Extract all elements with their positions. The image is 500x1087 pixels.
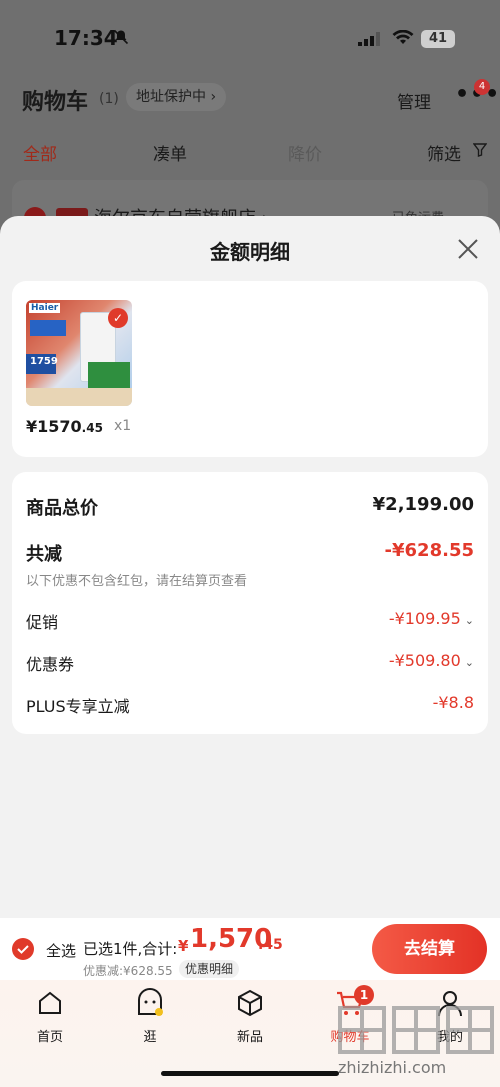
manage-button[interactable]: 管理 [397, 88, 431, 113]
nav-browse[interactable]: 逛 [115, 986, 185, 1048]
total-currency: ¥ [178, 937, 189, 955]
promo-row[interactable]: 促销 -¥109.95 ⌄ [26, 609, 474, 632]
plus-row: PLUS专享立减 -¥8.8 [26, 693, 474, 716]
nav-home[interactable]: 首页 [15, 986, 85, 1048]
cart-tabs: 全部 凑单 降价 筛选 [0, 140, 500, 165]
browse-face-icon [138, 988, 163, 1016]
coupon-value: -¥509.80 ⌄ [388, 651, 474, 670]
plus-label: PLUS专享立减 [26, 697, 130, 716]
wifi-icon [392, 30, 414, 44]
status-bar: 17:34 41 [0, 22, 500, 58]
tab-price-drop[interactable]: 降价 [288, 140, 322, 165]
discount-detail-button[interactable]: 优惠明细 [179, 960, 240, 978]
plus-value: -¥8.8 [432, 693, 474, 712]
thumb-price: 1759 [30, 356, 58, 367]
status-time: 17:34 [54, 26, 118, 50]
total-row: 商品总价 ¥2,199.00 [26, 494, 474, 519]
cart-header: 购物车 (1) 地址保护中 › 管理 ••• 4 [0, 79, 500, 120]
chevron-down-icon: ⌄ [464, 614, 474, 627]
check-icon: ✓ [108, 308, 128, 328]
watermark-text: zhizhizhi.com [338, 1058, 447, 1077]
select-all-label[interactable]: 全选 [46, 940, 76, 961]
home-indicator[interactable] [161, 1071, 339, 1076]
signal-icon [358, 32, 380, 46]
coupon-label: 优惠券 [26, 655, 75, 674]
address-protection-chip[interactable]: 地址保护中 › [126, 83, 227, 111]
checkout-button[interactable]: 去结算 [372, 924, 487, 974]
sheet-title: 金额明细 [210, 240, 290, 264]
tab-all[interactable]: 全部 [23, 140, 57, 165]
nav-new[interactable]: 新品 [215, 986, 285, 1048]
box-icon [238, 989, 262, 1017]
home-icon [39, 991, 61, 1014]
chevron-down-icon: ⌄ [464, 656, 474, 669]
item-price: ¥1570.45 [26, 417, 103, 436]
tab-filter[interactable]: 筛选 [427, 140, 461, 165]
battery-icon: 41 [421, 30, 455, 48]
tab-bundle[interactable]: 凑单 [153, 140, 187, 165]
item-quantity: x1 [114, 418, 132, 434]
discount-label: 共减 [26, 544, 62, 565]
selected-summary: 已选1件,合计: [83, 940, 178, 958]
more-badge: 4 [474, 79, 490, 95]
discount-value: -¥628.55 [384, 540, 474, 561]
promo-label: 促销 [26, 613, 59, 632]
filter-icon[interactable] [473, 143, 487, 157]
page-title: 购物车 [22, 90, 89, 115]
thumb-brand: Haier [29, 303, 61, 313]
close-icon[interactable] [455, 236, 481, 262]
discount-summary: 优惠减:¥628.55 [83, 964, 173, 978]
total-amount-decimal: .45 [258, 937, 283, 953]
check-icon [17, 945, 29, 954]
select-all-checkbox[interactable] [12, 938, 34, 960]
discount-note: 以下优惠不包含红包，请在结算页查看 [26, 574, 248, 589]
coupon-row[interactable]: 优惠券 -¥509.80 ⌄ [26, 651, 474, 674]
total-value: ¥2,199.00 [372, 494, 474, 515]
cart-count: (1) [99, 91, 119, 107]
product-thumbnail[interactable]: Haier 1759 ✓ [26, 300, 132, 406]
mute-bell-icon [113, 29, 129, 45]
total-label: 商品总价 [26, 498, 98, 519]
promo-value: -¥109.95 ⌄ [388, 609, 474, 628]
discount-row: 共减 -¥628.55 [26, 540, 474, 565]
